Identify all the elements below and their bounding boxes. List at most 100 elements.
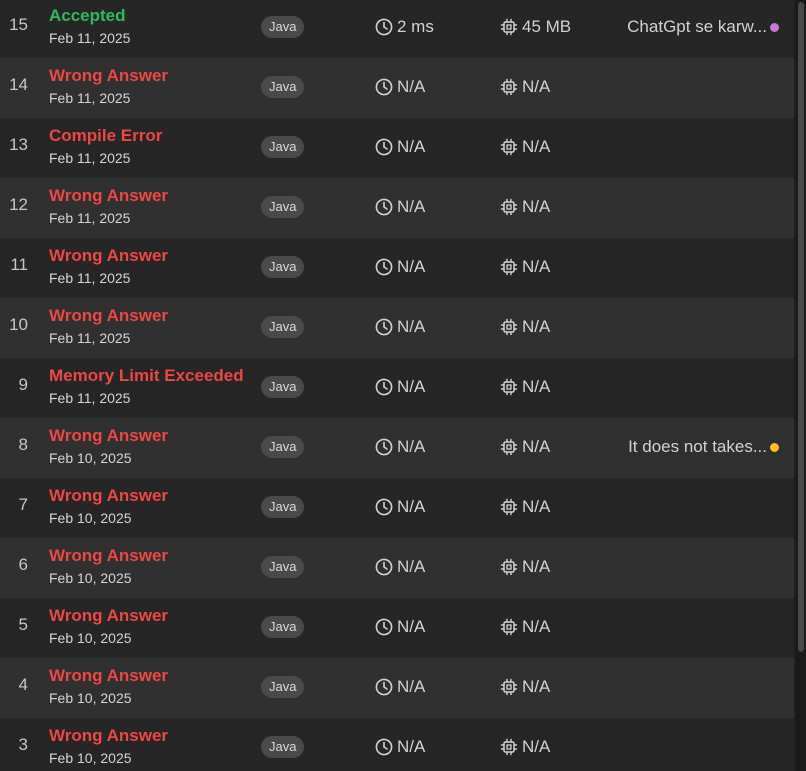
runtime: N/A [375,255,425,279]
language-badge: Java [261,256,305,278]
submission-index: 5 [18,615,28,634]
submission-row[interactable]: 10 Wrong Answer Feb 11, 2025 Java N/A N/A [0,298,794,358]
submission-date: Feb 11, 2025 [49,270,131,286]
memory-value: N/A [522,437,551,456]
submission-status[interactable]: Wrong Answer [49,486,168,506]
note-text: It does not takes... [628,437,767,456]
runtime-value: N/A [397,137,426,156]
language-badge: Java [261,676,305,698]
memory-value: N/A [522,497,551,516]
submission-row[interactable]: 14 Wrong Answer Feb 11, 2025 Java N/A N/A [0,58,794,118]
memory-value: N/A [522,557,551,576]
submission-status[interactable]: Wrong Answer [49,546,168,566]
submission-index: 11 [10,255,28,274]
memory-value: 45 MB [522,17,572,36]
runtime-value: N/A [397,497,426,516]
runtime-value: N/A [397,77,426,96]
submission-index: 3 [18,735,28,754]
runtime: N/A [375,675,425,699]
submission-index: 13 [9,135,28,154]
runtime-value: N/A [397,737,426,756]
note-text: ChatGpt se karw... [627,17,767,36]
language-badge: Java [261,496,305,518]
scrollbar[interactable] [796,0,806,771]
clock-icon [375,78,397,96]
submission-row[interactable]: 8 Wrong Answer Feb 10, 2025 Java N/A N/A It do… [0,418,794,478]
scrollbar-thumb[interactable] [798,2,804,652]
submission-note[interactable]: It does not takes... [628,435,779,459]
submission-status[interactable]: Wrong Answer [49,306,168,326]
clock-icon [375,18,397,36]
chip-icon [500,138,522,156]
submission-row[interactable]: 6 Wrong Answer Feb 10, 2025 Java N/A N/A [0,538,794,598]
submission-row[interactable]: 11 Wrong Answer Feb 11, 2025 Java N/A N/A [0,238,794,298]
memory-value: N/A [522,677,551,696]
memory: N/A [500,255,550,279]
submission-status[interactable]: Wrong Answer [49,246,168,266]
memory: N/A [500,555,550,579]
chip-icon [500,438,522,456]
submission-index: 9 [18,375,28,394]
chip-icon [500,78,522,96]
runtime-value: N/A [397,557,426,576]
submission-date: Feb 11, 2025 [49,150,131,166]
runtime-value: N/A [397,617,426,636]
language-badge: Java [261,16,305,38]
submission-date: Feb 10, 2025 [49,510,132,526]
runtime-value: N/A [397,377,426,396]
submission-index: 6 [18,555,28,574]
submission-status[interactable]: Wrong Answer [49,606,168,626]
submission-status[interactable]: Wrong Answer [49,666,168,686]
chip-icon [500,678,522,696]
language-badge: Java [261,136,305,158]
submission-row[interactable]: 4 Wrong Answer Feb 10, 2025 Java N/A N/A [0,658,794,718]
memory: N/A [500,75,550,99]
submission-status[interactable]: Wrong Answer [49,726,168,746]
memory: N/A [500,195,550,219]
clock-icon [375,738,397,756]
clock-icon [375,618,397,636]
submission-status[interactable]: Compile Error [49,126,162,146]
note-color-dot [770,442,779,452]
memory-value: N/A [522,197,551,216]
submission-index: 4 [18,675,28,694]
submission-row[interactable]: 12 Wrong Answer Feb 11, 2025 Java N/A N/A [0,178,794,238]
memory: N/A [500,675,550,699]
language-badge: Java [261,736,305,758]
memory-value: N/A [522,257,551,276]
memory: 45 MB [500,15,571,39]
submission-row[interactable]: 7 Wrong Answer Feb 10, 2025 Java N/A N/A [0,478,794,538]
memory: N/A [500,315,550,339]
chip-icon [500,378,522,396]
memory: N/A [500,375,550,399]
submission-index: 14 [9,75,28,94]
runtime: N/A [375,375,425,399]
chip-icon [500,558,522,576]
memory: N/A [500,135,550,159]
clock-icon [375,438,397,456]
submission-index: 12 [9,195,28,214]
runtime: N/A [375,195,425,219]
submission-row[interactable]: 9 Memory Limit Exceeded Feb 11, 2025 Java N/… [0,358,794,418]
memory-value: N/A [522,137,551,156]
chip-icon [500,258,522,276]
chip-icon [500,618,522,636]
submission-status[interactable]: Wrong Answer [49,426,168,446]
submission-note[interactable]: ChatGpt se karw... [627,15,779,39]
submission-row[interactable]: 13 Compile Error Feb 11, 2025 Java N/A N/A [0,118,794,178]
memory-value: N/A [522,737,551,756]
submission-date: Feb 11, 2025 [49,90,131,106]
clock-icon [375,558,397,576]
submission-status[interactable]: Accepted [49,6,126,26]
submission-status[interactable]: Wrong Answer [49,66,168,86]
memory: N/A [500,735,550,759]
submission-row[interactable]: 3 Wrong Answer Feb 10, 2025 Java N/A N/A [0,718,794,771]
submission-status[interactable]: Wrong Answer [49,186,168,206]
submission-row[interactable]: 15 Accepted Feb 11, 2025 Java 2 ms 45 MB ChatG… [0,0,794,58]
clock-icon [375,258,397,276]
language-badge: Java [261,616,305,638]
submission-index: 15 [9,15,28,34]
submission-row[interactable]: 5 Wrong Answer Feb 10, 2025 Java N/A N/A [0,598,794,658]
clock-icon [375,498,397,516]
submission-status[interactable]: Memory Limit Exceeded [49,366,244,386]
